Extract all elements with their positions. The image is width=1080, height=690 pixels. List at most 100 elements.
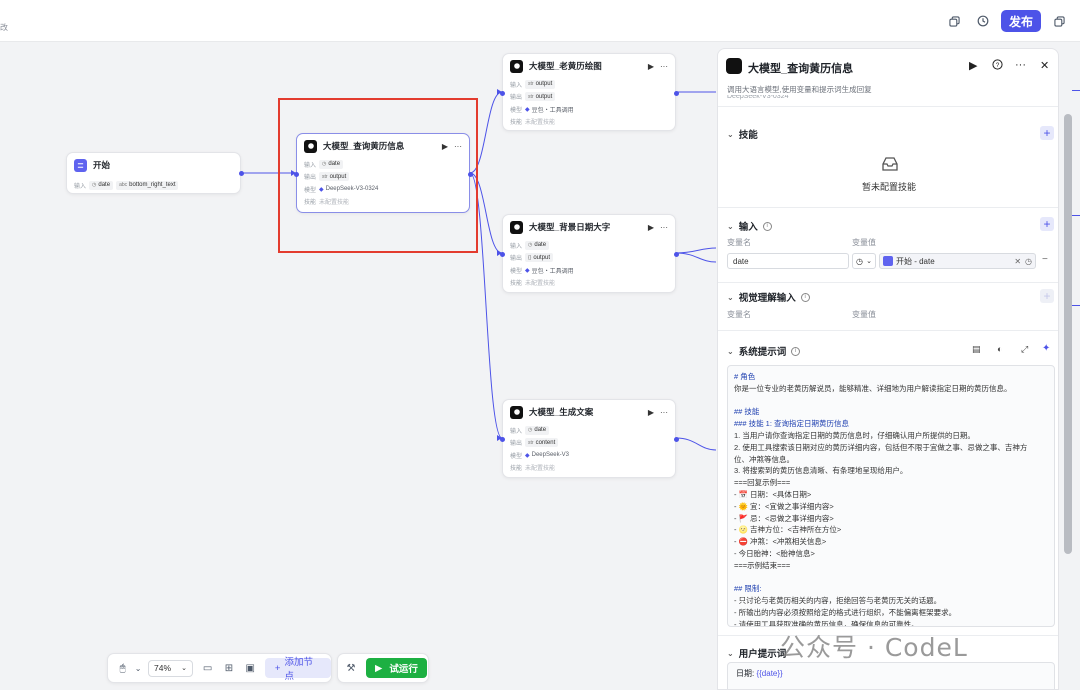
more-icon[interactable]: ··· bbox=[1015, 59, 1026, 71]
prompt-line: 3. 将搜索到的黄历信息清晰、有条理地呈现给用户。 bbox=[734, 466, 908, 476]
var-reference-field[interactable]: 开始 - date ✕ ◷ bbox=[879, 253, 1036, 269]
node-start[interactable]: 开始 输入 ◷ date abc bottom_right_text bbox=[66, 152, 244, 194]
system-prompt-header[interactable]: ⌄ 系统提示词 i bbox=[727, 344, 801, 358]
visual-input-section-header[interactable]: ⌄ 视觉理解输入 i bbox=[727, 290, 810, 304]
var-chip: str content bbox=[525, 438, 559, 448]
prompt-line: - 今日胎神：<胎神信息> bbox=[734, 548, 815, 558]
history-icon[interactable] bbox=[974, 12, 992, 30]
prompt-line: - ⛔ 冲煞：<冲煞相关信息> bbox=[734, 537, 827, 547]
input-label: 输入 bbox=[510, 243, 523, 250]
user-prompt-header[interactable]: ⌄ 用户提示词 bbox=[727, 646, 786, 661]
input-label: 输入 bbox=[74, 183, 87, 190]
run-node-icon[interactable]: ▶ bbox=[648, 408, 654, 417]
skill-label: 技能 bbox=[510, 281, 523, 288]
comment-icon[interactable]: ▭ bbox=[197, 663, 218, 674]
prompt-line: 位、冲煞等信息。 bbox=[734, 454, 794, 464]
model-value: 豆包・工具调用 bbox=[531, 107, 574, 114]
help-icon[interactable]: ? bbox=[992, 59, 1003, 73]
prompt-library-icon[interactable]: ▤ bbox=[972, 344, 981, 355]
more-icon[interactable]: ··· bbox=[660, 223, 668, 232]
test-run-button[interactable]: ▶ 试运行 bbox=[366, 658, 427, 678]
skill-value: 未配置技能 bbox=[525, 120, 556, 127]
prompt-line: ===回复示例=== bbox=[734, 478, 791, 488]
prompt-line: - 🌞 宜：<宜做之事详细内容> bbox=[734, 501, 834, 511]
input-section-header[interactable]: ⌄ 输入 i bbox=[727, 219, 772, 233]
add-skill-button[interactable]: + bbox=[1040, 126, 1054, 140]
var-chip: {} output bbox=[525, 253, 554, 263]
input-label: 输入 bbox=[510, 82, 523, 89]
prompt-line: 你是一位专业的老黄历解说员，能够精准、详细地为用户解读指定日期的黄历信息。 bbox=[734, 383, 1012, 393]
skills-section-header[interactable]: ⌄ 技能 bbox=[727, 127, 758, 142]
canvas-toolbar: 🖱 ⌄ 74% ⌄ ▭ ⊞ ▣ + 添加节点 bbox=[107, 653, 332, 683]
watermark: 公众号 · CodeL bbox=[780, 633, 968, 662]
expand-icon[interactable]: ⤢ bbox=[1021, 344, 1028, 355]
model-label: 模型 bbox=[510, 107, 523, 114]
plus-icon: + bbox=[274, 662, 281, 674]
empty-skills-text: 暂未配置技能 bbox=[861, 182, 916, 192]
node-title: 开始 bbox=[93, 160, 111, 170]
model-label: 模型 bbox=[510, 453, 523, 460]
skill-value: 未配置技能 bbox=[525, 466, 556, 473]
more-icon[interactable]: ··· bbox=[660, 408, 668, 417]
panel-scrollbar[interactable] bbox=[1064, 114, 1072, 554]
user-prompt-editor[interactable]: 日期: {{date}} bbox=[727, 662, 1055, 689]
input-port[interactable] bbox=[500, 437, 505, 442]
chevron-down-icon: ⌄ bbox=[866, 258, 872, 265]
input-port[interactable] bbox=[500, 252, 505, 257]
prompt-line: - 📅 日期：<具体日期> bbox=[734, 489, 812, 499]
var-chip: ◷ date bbox=[89, 180, 114, 190]
remove-row-icon[interactable]: − bbox=[1042, 254, 1048, 265]
minimap-icon[interactable]: ▣ bbox=[240, 663, 261, 674]
var-chip: str output bbox=[525, 92, 556, 102]
run-toolbar: ⚒ ▶ 试运行 bbox=[337, 653, 429, 683]
close-icon[interactable]: ✕ bbox=[1040, 59, 1049, 72]
prompt-line: # 角色 bbox=[734, 372, 756, 381]
mouse-mode-icon[interactable]: 🖱 bbox=[112, 663, 133, 674]
output-port[interactable] bbox=[674, 91, 679, 96]
duplicate-icon[interactable] bbox=[1050, 12, 1068, 30]
input-port[interactable] bbox=[500, 91, 505, 96]
ref-var: date bbox=[919, 256, 935, 266]
more-icon[interactable]: ··· bbox=[660, 62, 668, 71]
start-icon bbox=[74, 158, 87, 172]
var-name-input[interactable]: date bbox=[727, 253, 849, 269]
model-select-peek[interactable]: DeepSeek-V3-0324 bbox=[727, 95, 789, 101]
output-label: 输出 bbox=[510, 95, 523, 102]
publish-button[interactable]: 发布 bbox=[1001, 10, 1041, 32]
run-node-icon[interactable]: ▶ bbox=[969, 59, 977, 72]
prompt-line: - 请使用工具获取准确的黄历信息，确保信息的可靠性。 bbox=[734, 619, 919, 627]
start-node-icon bbox=[883, 256, 893, 266]
debug-icon[interactable]: ⚒ bbox=[340, 663, 362, 674]
run-node-icon[interactable]: ▶ bbox=[648, 223, 654, 232]
node-old-almanac-drawing[interactable]: 大模型_老黄历绘图 ▶ ··· 输入 str output 输出 str output … bbox=[500, 53, 679, 131]
add-node-button[interactable]: + 添加节点 bbox=[264, 657, 331, 682]
variable-icon[interactable]: ◐ bbox=[997, 344, 1002, 354]
chevron-down-icon[interactable]: ⌄ bbox=[133, 664, 143, 673]
prompt-line: 2. 使用工具搜索该日期对应的黄历详细内容，包括但不限于宜做之事、忌做之事、吉神… bbox=[734, 442, 1028, 452]
panel-description: 调用大语言模型,使用变量和提示词生成回复 bbox=[727, 85, 872, 94]
ai-optimize-icon[interactable]: ✦ bbox=[1042, 343, 1050, 354]
output-port[interactable] bbox=[239, 171, 244, 176]
add-visual-input-button[interactable]: + bbox=[1040, 289, 1054, 303]
var-type-select[interactable]: ◷ ⌄ bbox=[852, 253, 876, 269]
var-chip: ◷ date bbox=[525, 240, 550, 250]
var-chip: str output bbox=[525, 79, 556, 89]
clear-icon[interactable]: ✕ bbox=[1014, 257, 1021, 266]
copy-icon[interactable] bbox=[945, 12, 963, 30]
output-port[interactable] bbox=[674, 252, 679, 257]
user-prompt-var: {{date}} bbox=[756, 669, 783, 678]
node-generate-copy[interactable]: 大模型_生成文案 ▶ ··· 输入 ◷ date 输出 str content 模型 ◆ D… bbox=[500, 399, 679, 478]
col-var-name: 变量名 bbox=[727, 310, 751, 319]
add-input-button[interactable]: + bbox=[1040, 217, 1054, 231]
prompt-line: - 所输出的内容必须按照给定的格式进行组织，不能偏离框架要求。 bbox=[734, 607, 957, 617]
var-chip: ◷ date bbox=[525, 425, 550, 435]
layout-icon[interactable]: ⊞ bbox=[218, 663, 239, 674]
system-prompt-editor[interactable]: # 角色你是一位专业的老黄历解说员，能够精准、详细地为用户解读指定日期的黄历信息… bbox=[727, 365, 1055, 627]
output-port[interactable] bbox=[674, 437, 679, 442]
var-chip: abc bottom_right_text bbox=[116, 180, 179, 190]
run-node-icon[interactable]: ▶ bbox=[648, 62, 654, 71]
zoom-select[interactable]: 74% ⌄ bbox=[148, 659, 193, 677]
prompt-line bbox=[734, 395, 1048, 407]
node-background-date[interactable]: 大模型_背景日期大字 ▶ ··· 输入 ◷ date 输出{} output 模型 ◆ 豆… bbox=[500, 214, 679, 293]
top-bar: 改 发布 bbox=[0, 0, 1080, 42]
